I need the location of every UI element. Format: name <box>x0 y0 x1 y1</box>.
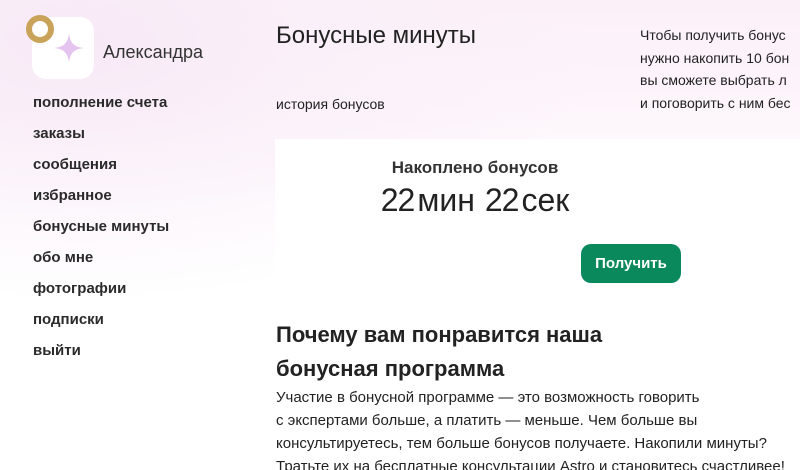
get-bonus-button[interactable]: Получить <box>581 244 681 283</box>
why-title-line: Почему вам понравится наша <box>276 322 603 347</box>
seconds-value: 22 <box>484 182 520 218</box>
minutes-value: 22 <box>380 182 416 218</box>
why-text-line: консультируетесь, тем больше бонусов пол… <box>276 435 767 452</box>
sidebar-item-bonus-minutes[interactable]: бонусные минуты <box>33 217 169 248</box>
bonus-info-text: Чтобы получить бонус нужно накопить 10 б… <box>640 24 800 114</box>
why-text-line: Тратьте их на бесплатные консультации As… <box>276 458 785 470</box>
sidebar-nav: пополнение счета заказы сообщения избран… <box>33 93 169 372</box>
accumulated-value: 22мин 22сек <box>275 182 675 219</box>
profile-logo[interactable] <box>26 15 94 79</box>
sidebar-item-favorites[interactable]: избранное <box>33 186 169 217</box>
minutes-unit: мин <box>417 182 475 218</box>
why-title-line: бонусная программа <box>276 356 505 381</box>
why-text-line: Участие в бонусной программе — это возмо… <box>276 389 700 406</box>
profile-name: Александра <box>103 42 204 62</box>
why-section-title: Почему вам понравится наша бонусная прог… <box>276 318 602 386</box>
sidebar-item-top-up[interactable]: пополнение счета <box>33 93 169 124</box>
page-title: Бонусные минуты <box>276 22 477 49</box>
sidebar-item-messages[interactable]: сообщения <box>33 155 169 186</box>
info-line: нужно накопить 10 бон <box>640 49 790 66</box>
why-text-line: с экспертами больше, а платить — меньше.… <box>276 412 698 429</box>
star-logo-icon <box>54 33 84 63</box>
info-line: вы сможете выбрать л <box>640 72 787 88</box>
info-line: Чтобы получить бонус <box>640 27 786 43</box>
info-line: и поговорить с ним бес <box>640 94 791 111</box>
sidebar-item-logout[interactable]: выйти <box>33 341 169 372</box>
ring-icon <box>26 15 54 43</box>
bonus-history-link[interactable]: история бонусов <box>276 96 385 112</box>
sidebar-item-photos[interactable]: фотографии <box>33 279 169 310</box>
why-section-text: Участие в бонусной программе — это возмо… <box>276 386 800 470</box>
sidebar-item-about-me[interactable]: обо мне <box>33 248 169 279</box>
accumulated-label: Накоплено бонусов <box>391 158 559 177</box>
sidebar-item-subscriptions[interactable]: подписки <box>33 310 169 341</box>
seconds-unit: сек <box>521 182 570 218</box>
sidebar-item-orders[interactable]: заказы <box>33 124 169 155</box>
